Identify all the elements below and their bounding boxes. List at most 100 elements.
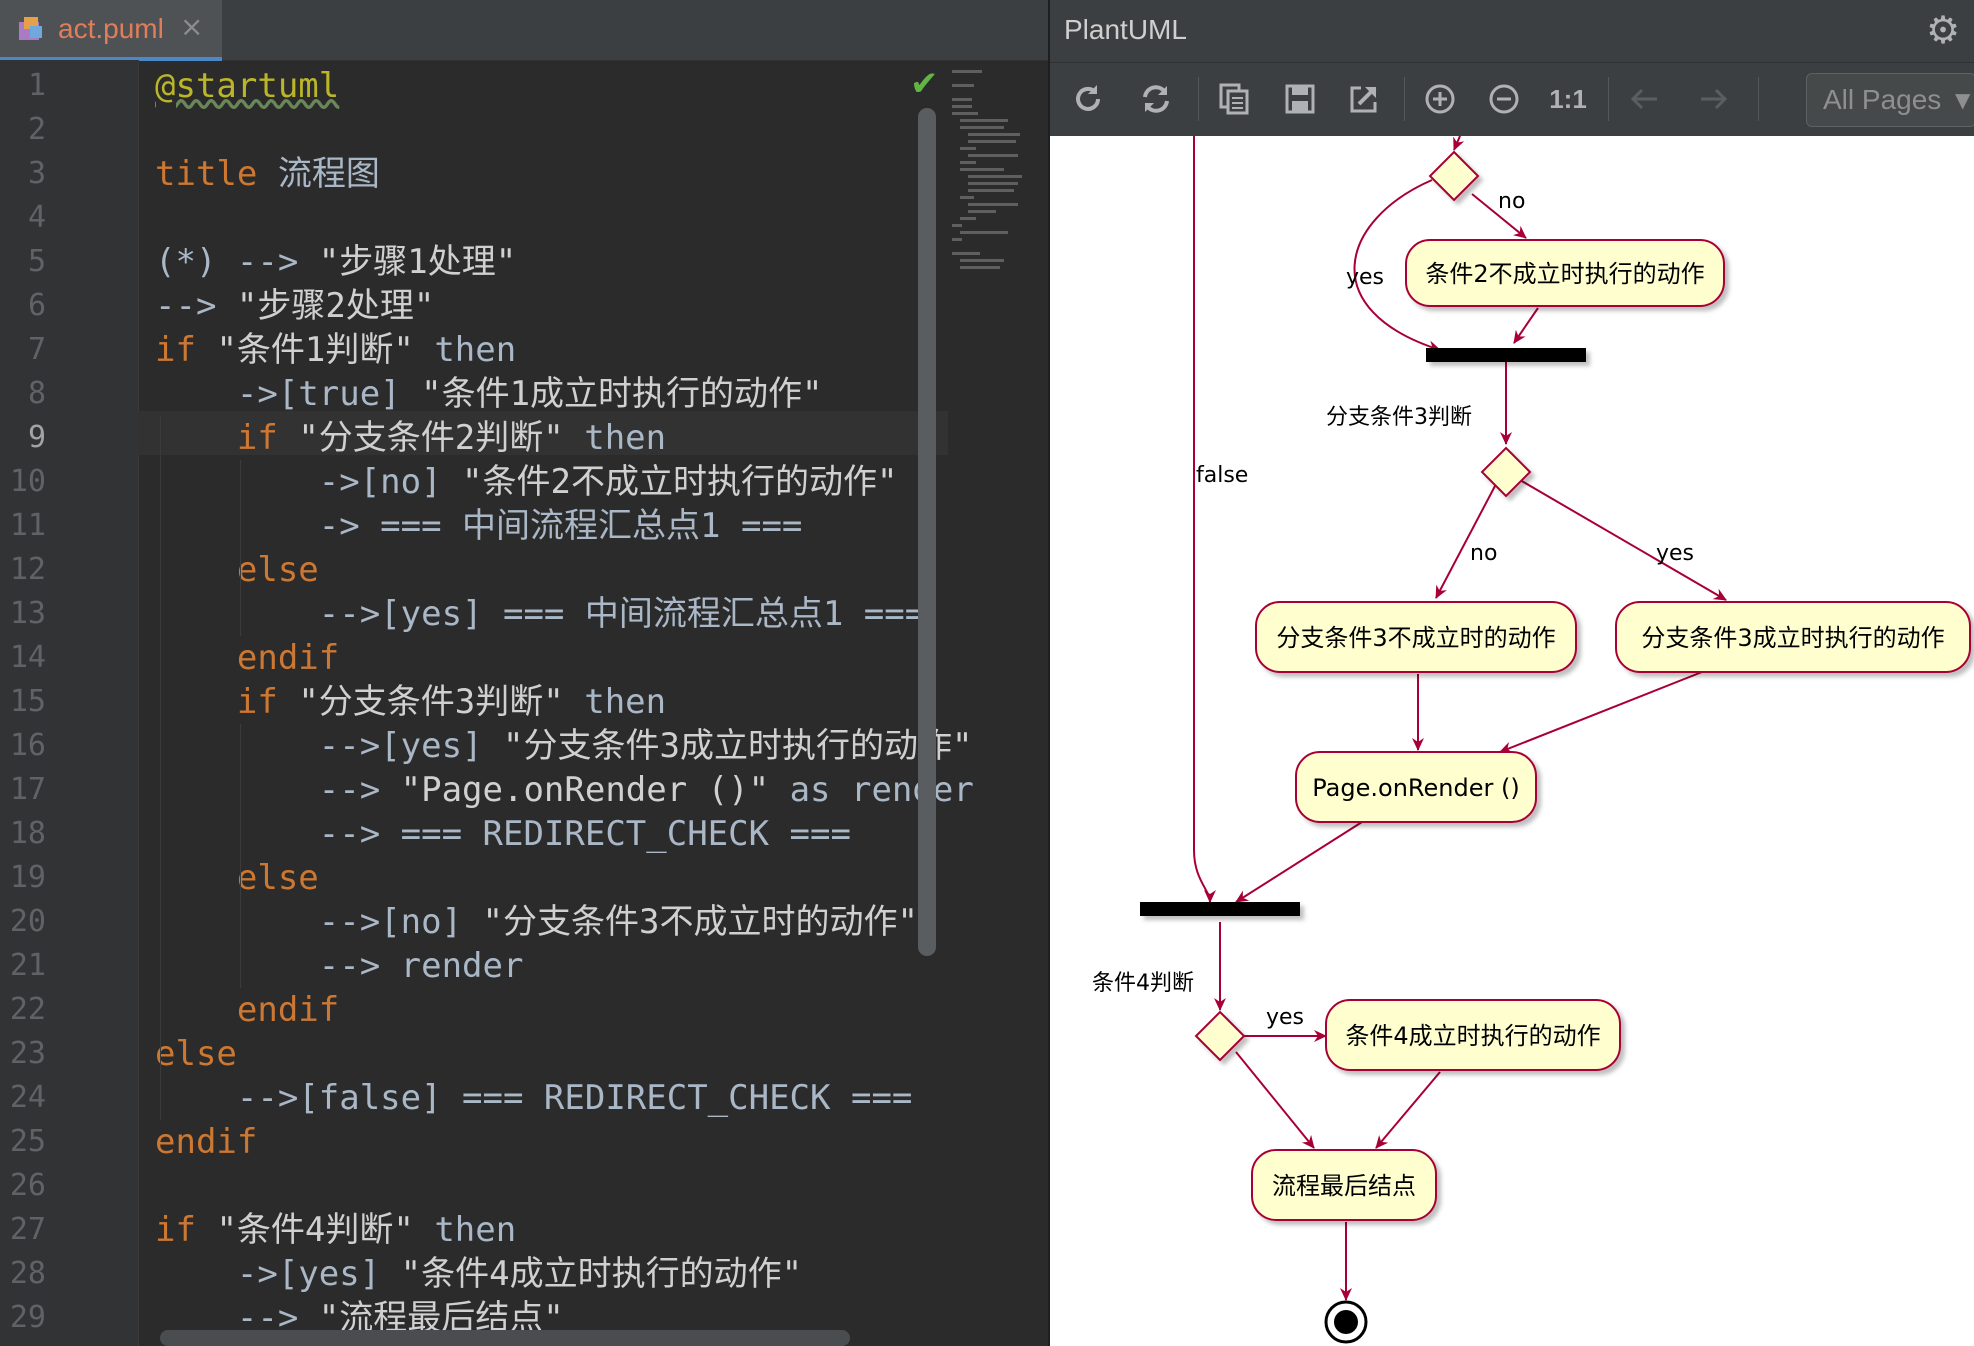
end-node <box>1324 1300 1368 1344</box>
code-line: -->[yes] "分支条件3成立时执行的动作" <box>155 724 973 768</box>
line-number: 2 <box>27 112 46 147</box>
line-number: 28 <box>9 1256 46 1291</box>
minimap-line <box>960 161 976 164</box>
close-icon[interactable]: × <box>180 10 203 43</box>
decision-diamond-3 <box>1480 446 1532 498</box>
horizontal-scrollbar[interactable] <box>160 1330 850 1346</box>
minimap-line <box>952 98 972 101</box>
code-token: ->[true] <box>155 374 422 414</box>
code-line: else <box>155 856 319 900</box>
code-line: if "分支条件3判断" then <box>155 680 666 724</box>
code-line: else <box>155 548 319 592</box>
indent-guide <box>240 460 241 636</box>
line-number: 19 <box>9 860 46 895</box>
edge-label-yes: yes <box>1656 541 1694 566</box>
code-line: if "条件1判断" then <box>155 328 516 372</box>
code-line: if "分支条件2判断" then <box>155 416 666 460</box>
activity-diagram: 条件2不成立时执行的动作 分支条件3不成立时的动作 分支条件3成立时执行的动作 … <box>1092 136 1971 1344</box>
refresh-icon[interactable] <box>1064 75 1112 123</box>
code-token: else <box>236 858 319 898</box>
edge-label-false: false <box>1196 463 1248 488</box>
code-line: --> === REDIRECT_CHECK === <box>155 812 851 856</box>
code-token: "条件4判断" <box>216 1210 414 1250</box>
activity-label: Page.onRender () <box>1312 774 1519 802</box>
code-token: "分支条件2判断" <box>298 418 564 458</box>
code-line: endif <box>155 636 339 680</box>
minimap-line <box>960 119 1008 122</box>
code-token: endif <box>155 1122 258 1162</box>
activity-label: 分支条件3不成立时的动作 <box>1276 624 1555 652</box>
minimap-line <box>968 133 1020 136</box>
code-token: ->[yes] <box>155 1254 401 1294</box>
line-number: 13 <box>9 596 46 631</box>
tab-label: act.puml <box>58 13 164 44</box>
minimap-line <box>968 203 1018 206</box>
tab-act-puml[interactable]: act.puml × <box>0 0 222 61</box>
edge-label-no: no <box>1470 541 1497 566</box>
minimap-line <box>952 224 962 227</box>
code-token: if <box>236 682 278 722</box>
line-number: 23 <box>9 1036 46 1071</box>
line-number: 18 <box>9 816 46 851</box>
edge-label-no: no <box>1498 189 1525 214</box>
line-number: 17 <box>9 772 46 807</box>
code-token: then <box>563 682 667 722</box>
minimap-line <box>952 238 962 241</box>
code-token: "Page.onRender ()" <box>400 770 770 810</box>
edge-label-yes: yes <box>1266 1005 1304 1030</box>
line-number: 5 <box>27 244 46 279</box>
save-icon[interactable] <box>1276 75 1324 123</box>
decision-title: 条件4判断 <box>1092 971 1194 996</box>
code-line: endif <box>155 988 339 1032</box>
minimap-line <box>960 231 1008 234</box>
gear-icon[interactable]: ⚙ <box>1926 8 1960 52</box>
code-line: else <box>155 1032 237 1076</box>
copy-icon[interactable] <box>1210 75 1258 123</box>
activity-label: 分支条件3成立时执行的动作 <box>1641 624 1944 652</box>
forward-icon <box>1690 75 1738 123</box>
line-number: 16 <box>9 728 46 763</box>
line-number: 25 <box>9 1124 46 1159</box>
code-line: endif <box>155 1120 257 1164</box>
minimap-line <box>952 84 974 87</box>
sync-bar-1 <box>1426 348 1586 362</box>
minimap-line <box>968 140 1016 143</box>
vertical-scrollbar[interactable] <box>918 108 936 956</box>
code-line: ->[no] "条件2不成立时执行的动作" <box>155 460 898 504</box>
code-token: title <box>155 154 258 194</box>
code-token: ->[no] <box>155 462 463 502</box>
minimap-line <box>968 189 1014 192</box>
code-token: @startuml <box>155 66 340 106</box>
code-token: --> render <box>155 946 524 986</box>
editor-tab-bar: act.puml × <box>0 0 1048 61</box>
pages-dropdown[interactable]: All Pages ▼ <box>1806 73 1974 127</box>
actual-size-icon[interactable]: 1:1 <box>1544 75 1592 123</box>
code-token: -> === 中间流程汇总点1 === <box>155 506 803 546</box>
code-line: -> === 中间流程汇总点1 === <box>155 504 803 548</box>
code-token: as render <box>769 770 974 810</box>
code-token: -->[no] <box>155 902 483 942</box>
diagram-canvas[interactable]: 条件2不成立时执行的动作 分支条件3不成立时的动作 分支条件3成立时执行的动作 … <box>1050 136 1974 1346</box>
code-token: else <box>236 550 319 590</box>
code-line: --> render <box>155 944 524 988</box>
sync-icon[interactable] <box>1132 75 1180 123</box>
code-editor[interactable]: act.puml × 1 2 3 4 5 6 7 8 9 10 11 12 13 14 15 16 17 18 19… <box>0 0 1048 1346</box>
puml-file-icon <box>19 17 42 40</box>
minimap-line <box>968 154 1018 157</box>
code-token: -->[yes] <box>155 726 503 766</box>
code-token: --> <box>155 286 237 326</box>
line-number: 1 <box>27 68 46 103</box>
export-icon[interactable] <box>1340 75 1388 123</box>
minimap[interactable] <box>946 64 1048 284</box>
zoom-in-icon[interactable] <box>1416 75 1464 123</box>
zoom-out-icon[interactable] <box>1480 75 1528 123</box>
edge-label-yes: yes <box>1346 265 1384 290</box>
code-line: --> "步骤2处理" <box>155 284 434 328</box>
inspection-ok-icon: ✔ <box>910 64 939 104</box>
minimap-line <box>960 126 1004 129</box>
